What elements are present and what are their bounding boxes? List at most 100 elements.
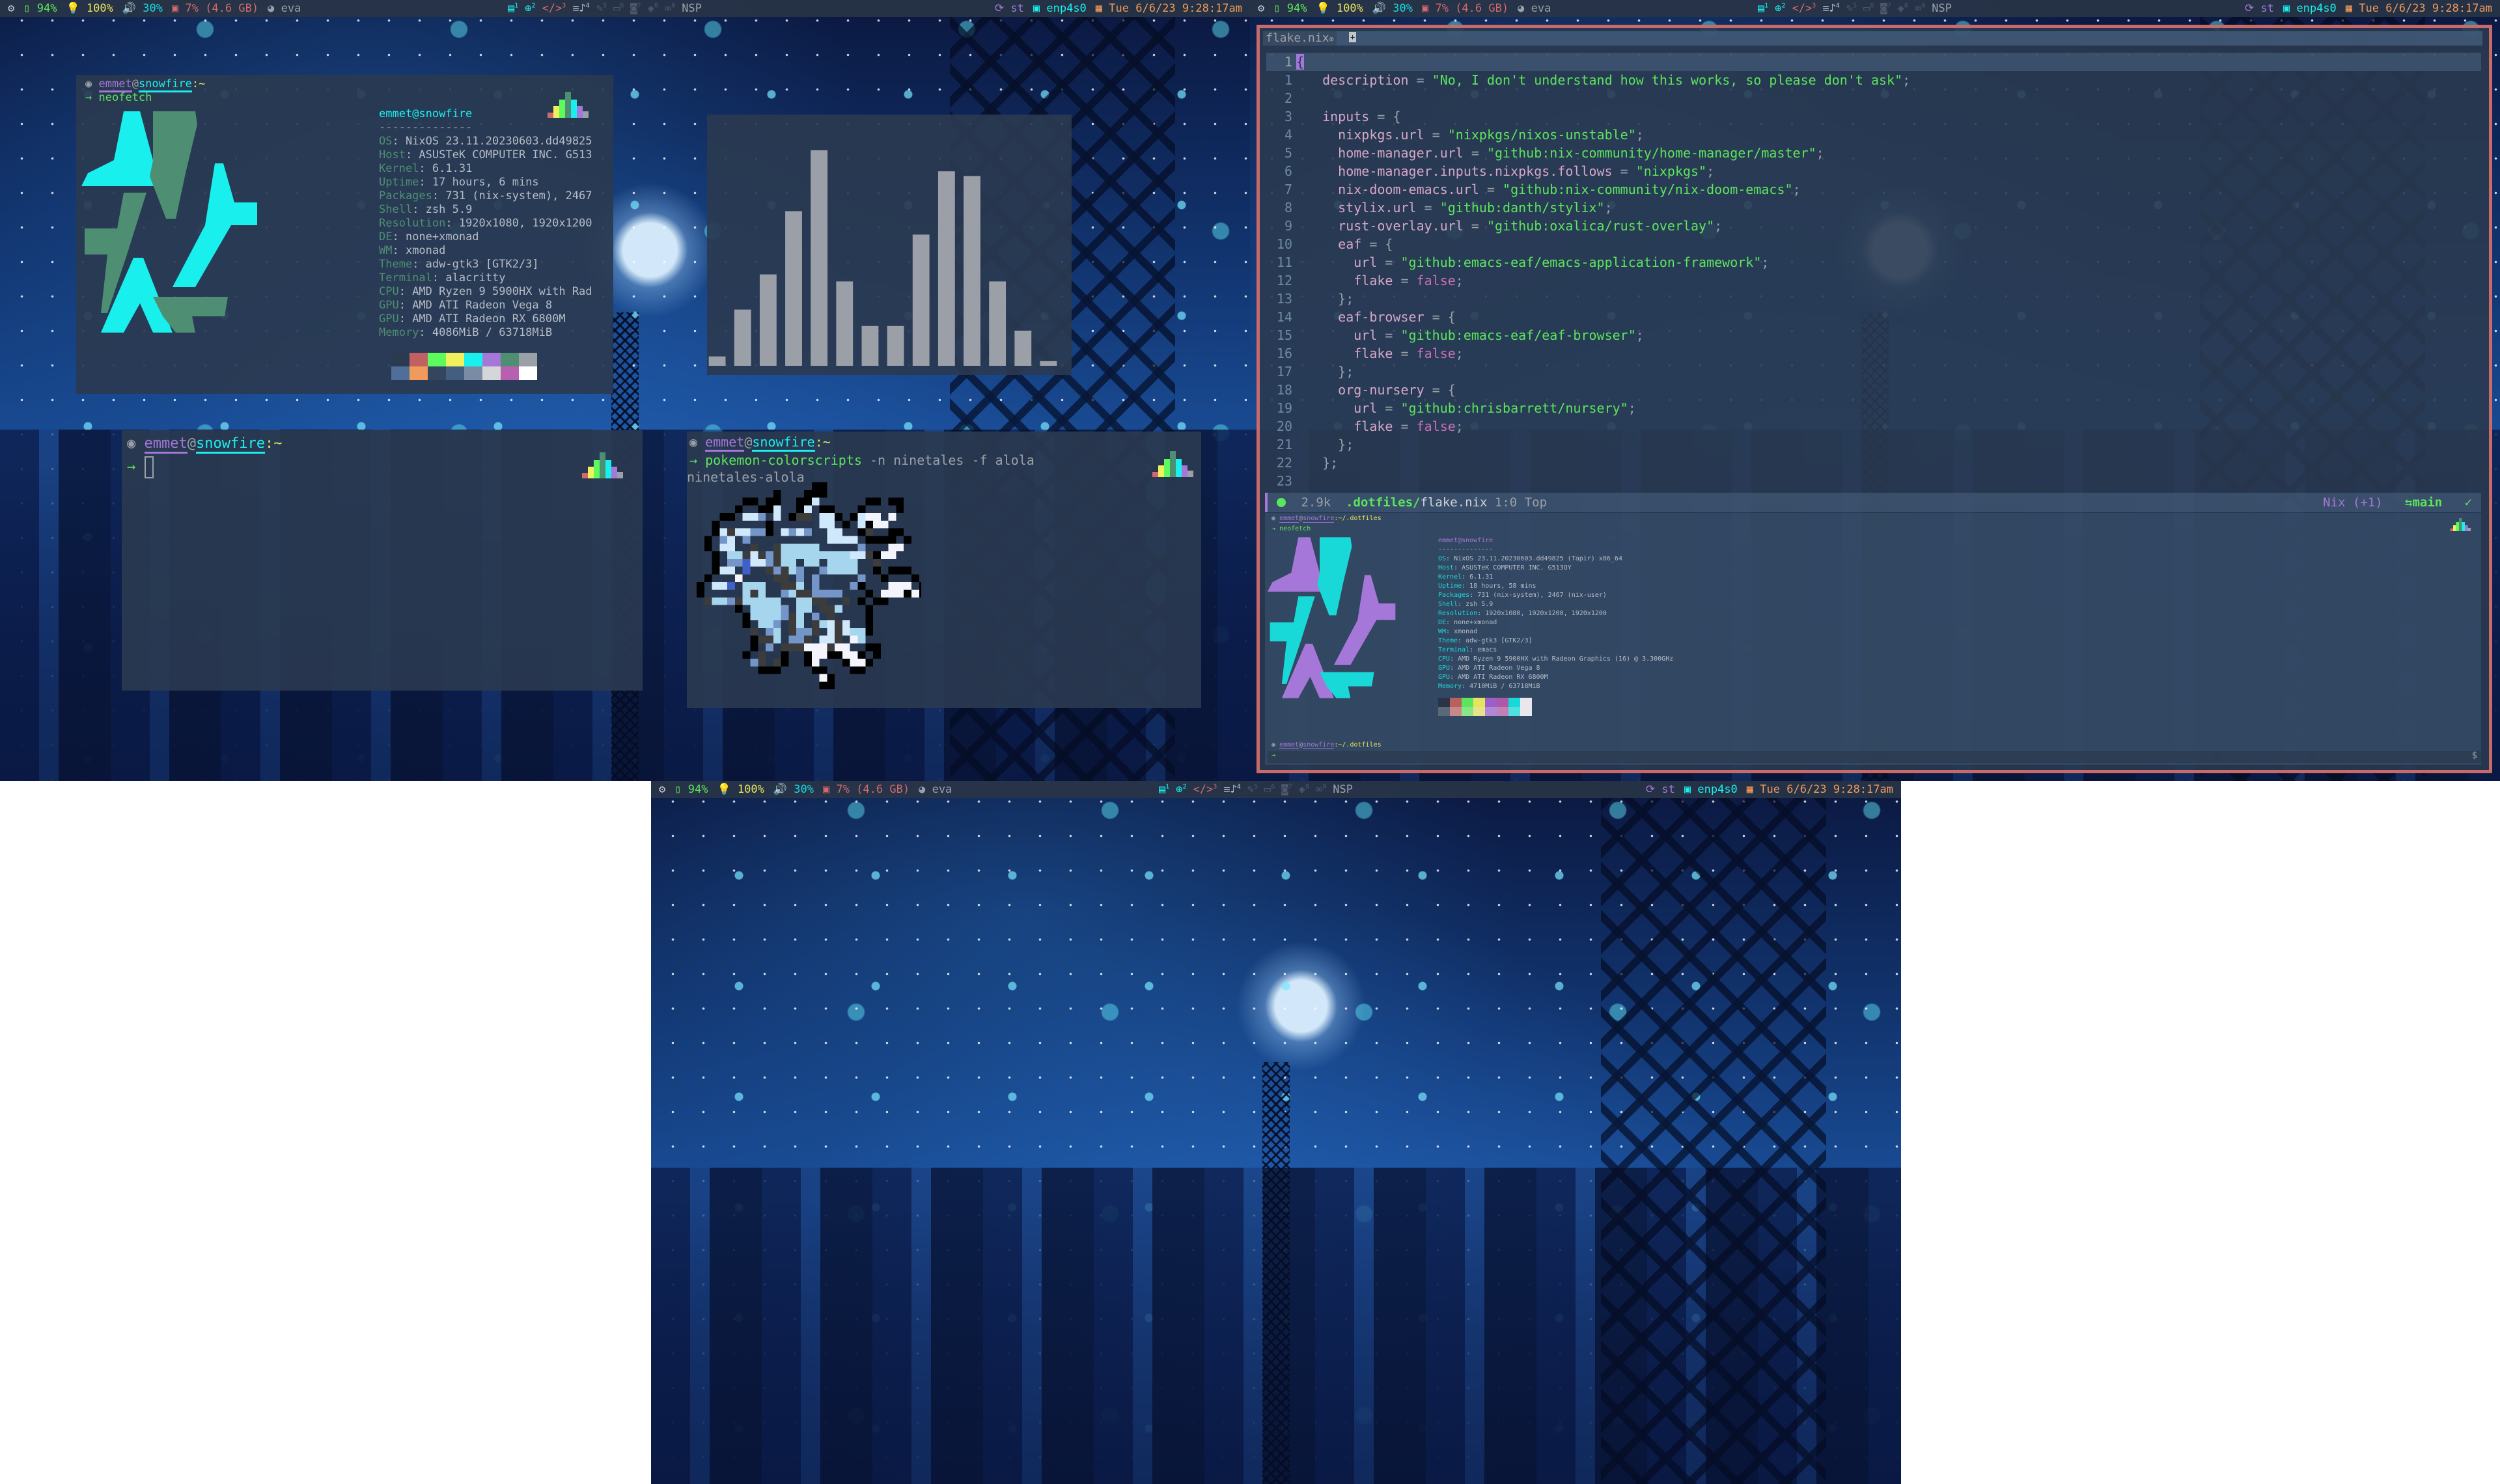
- workspace-9[interactable]: ∞9: [665, 0, 675, 17]
- workspace-7[interactable]: ◙7: [1281, 781, 1292, 798]
- code-token: =: [1377, 327, 1401, 343]
- workspace-6[interactable]: ▭6: [613, 0, 624, 17]
- workspace-4[interactable]: ≡♪4: [572, 0, 590, 17]
- tab-close-icon[interactable]: ⊗: [1329, 34, 1334, 44]
- workspace-3[interactable]: </>3: [542, 0, 566, 17]
- battery-icon: ▯: [1273, 2, 1281, 15]
- scratchpad-label[interactable]: NSP: [1932, 0, 1952, 17]
- workspace-2[interactable]: ⊕2: [525, 0, 535, 17]
- menu-button[interactable]: ⚙: [8, 0, 14, 17]
- new-tab-button[interactable]: +: [1349, 32, 1357, 42]
- prompt-circle-icon: ◉: [689, 434, 698, 450]
- memory-status: ▣ 7% (4.6 GB): [1422, 0, 1508, 17]
- audio-visualizer-window[interactable]: [707, 115, 1072, 375]
- workspace-5[interactable]: ✎5: [1846, 0, 1857, 17]
- workspace-3[interactable]: </>3: [1792, 0, 1816, 17]
- prompt-arrow-icon: →: [689, 452, 698, 468]
- workspace-5[interactable]: ✎5: [1247, 781, 1258, 798]
- palette-swatch: [1473, 707, 1485, 716]
- music-list-icon: ≡♪: [572, 2, 586, 15]
- code-token: "github:danth/stylix": [1439, 200, 1605, 215]
- memory-status: ▣ 7% (4.6 GB): [823, 781, 910, 798]
- code-token: url: [1307, 254, 1378, 270]
- clock-value: Tue 6/6/23 9:28:17am: [2359, 2, 2492, 15]
- workspace-1[interactable]: ▤1: [508, 0, 518, 17]
- gear-icon: ⚙: [659, 783, 666, 796]
- code-editor[interactable]: 1{1 description = "No, I don't understan…: [1266, 53, 2481, 508]
- prompt-circle-icon: ◉: [1271, 515, 1276, 522]
- memory-status: ▣ 7% (4.6 GB): [172, 0, 258, 17]
- vcs-branch[interactable]: main: [2412, 495, 2442, 510]
- workspace-2[interactable]: ⊕2: [1775, 0, 1785, 17]
- status-left: ⚙ ▯ 94% 💡 100% 🔊 30% ▣ 7% (4.6 GB) ◕ eva: [8, 0, 301, 17]
- vterm-buffer[interactable]: ◉ emmet@snowfire:~/.dotfiles → neofetch: [1265, 513, 2481, 765]
- pokemon-terminal-window[interactable]: ◉ emmet@snowfire:~ → pokemon-colorscript…: [687, 432, 1201, 708]
- calendar-icon: ▦: [2345, 2, 2353, 15]
- menu-button[interactable]: ⚙: [1258, 0, 1264, 17]
- palette-swatch: [501, 353, 519, 366]
- code-token: };: [1307, 437, 1354, 452]
- vterm-input-line[interactable]: → $: [1268, 751, 2481, 763]
- info-key: Resolution: [1438, 610, 1478, 617]
- workspace-number: 4: [585, 2, 590, 10]
- workspace-1[interactable]: ▤1: [1159, 781, 1169, 798]
- workspace-8[interactable]: ◈8: [1898, 0, 1908, 17]
- workspace-5[interactable]: ✎5: [596, 0, 607, 17]
- code-line: 7 nix-doom-emacs.url = "github:nix-commu…: [1266, 180, 2481, 199]
- refresh-icon: ⟳: [994, 2, 1005, 15]
- code-icon: </>: [542, 2, 562, 15]
- workspace-7[interactable]: ◙7: [630, 0, 641, 17]
- workspace-3[interactable]: </>3: [1193, 781, 1217, 798]
- info-value: : ASUSTeK COMPUTER INC. G513QY: [1454, 564, 1572, 571]
- tab-flake-nix[interactable]: flake.nix⊗: [1263, 31, 1337, 46]
- shell-terminal-window[interactable]: ◉ emmet@snowfire:~ →: [122, 430, 643, 691]
- network-status-value: enp4s0: [1697, 783, 1738, 796]
- neofetch-terminal-window[interactable]: ◉ emmet@snowfire:~ → neofetch emmet@snow…: [76, 75, 613, 394]
- battery-status: ▯ 94%: [23, 0, 57, 17]
- palette-swatch: [1497, 707, 1508, 716]
- text-cursor: {: [1296, 54, 1305, 70]
- scratchpad-label[interactable]: NSP: [682, 0, 702, 17]
- workspace-2[interactable]: ⊕2: [1176, 781, 1186, 798]
- line-number: 1: [1284, 72, 1292, 88]
- workspace-1[interactable]: ▤1: [1758, 0, 1768, 17]
- workspace-4[interactable]: ≡♪4: [1223, 781, 1241, 798]
- info-value: : AMD ATI Radeon Vega 8: [1450, 665, 1540, 672]
- palette-icon: ◕: [268, 2, 275, 15]
- line-number: 21: [1276, 437, 1292, 452]
- info-row: DE: none+xmonad: [379, 230, 592, 244]
- workspace-9[interactable]: ∞9: [1915, 0, 1925, 17]
- badge-bar: [1170, 451, 1176, 477]
- visualizer-bar: [708, 356, 726, 366]
- badge-bar: [617, 472, 623, 478]
- code-line: 5 home-manager.url = "github:nix-communi…: [1266, 144, 2481, 162]
- clock: ▦ Tue 6/6/23 9:28:17am: [1747, 781, 1893, 798]
- code-token: "github:nix-community/home-manager/maste…: [1486, 145, 1816, 161]
- info-row: Terminal: alacritty: [379, 271, 592, 285]
- workspace-7[interactable]: ◙7: [1880, 0, 1891, 17]
- workspace-6[interactable]: ▭6: [1863, 0, 1874, 17]
- info-row: Host: ASUSTeK COMPUTER INC. G513: [379, 148, 592, 162]
- info-key: GPU: [1438, 665, 1451, 672]
- workspace-8[interactable]: ◈8: [648, 0, 658, 17]
- palette-swatch: [1438, 698, 1450, 707]
- workspace-number: 9: [671, 2, 676, 10]
- info-row: WM: xmonad: [379, 244, 592, 258]
- scratchpad-label[interactable]: NSP: [1333, 781, 1353, 798]
- workspace-8[interactable]: ◈8: [1299, 781, 1309, 798]
- workspace-6[interactable]: ▭6: [1264, 781, 1275, 798]
- major-mode[interactable]: Nix (+1): [2323, 495, 2383, 510]
- visualizer-bar: [989, 281, 1007, 366]
- command-line[interactable]: →: [127, 456, 154, 478]
- emacs-window[interactable]: flake.nix⊗ + 1{1 description = "No, I do…: [1257, 25, 2492, 773]
- info-row: Shell: zsh 5.9: [379, 203, 592, 217]
- info-row: Resolution: 1920x1080, 1920x1200: [379, 217, 592, 230]
- info-value: : NixOS 23.11.20230603.dd49825: [392, 135, 592, 148]
- menu-button[interactable]: ⚙: [659, 781, 665, 798]
- workspace-9[interactable]: ∞9: [1316, 781, 1326, 798]
- volume-status: 🔊 30%: [1372, 0, 1413, 17]
- workspace-4[interactable]: ≡♪4: [1822, 0, 1840, 17]
- window-name: ⟳ st: [2245, 0, 2274, 17]
- graduation-cap-icon: ◈: [1897, 2, 1904, 15]
- code-token: ;: [1455, 273, 1464, 288]
